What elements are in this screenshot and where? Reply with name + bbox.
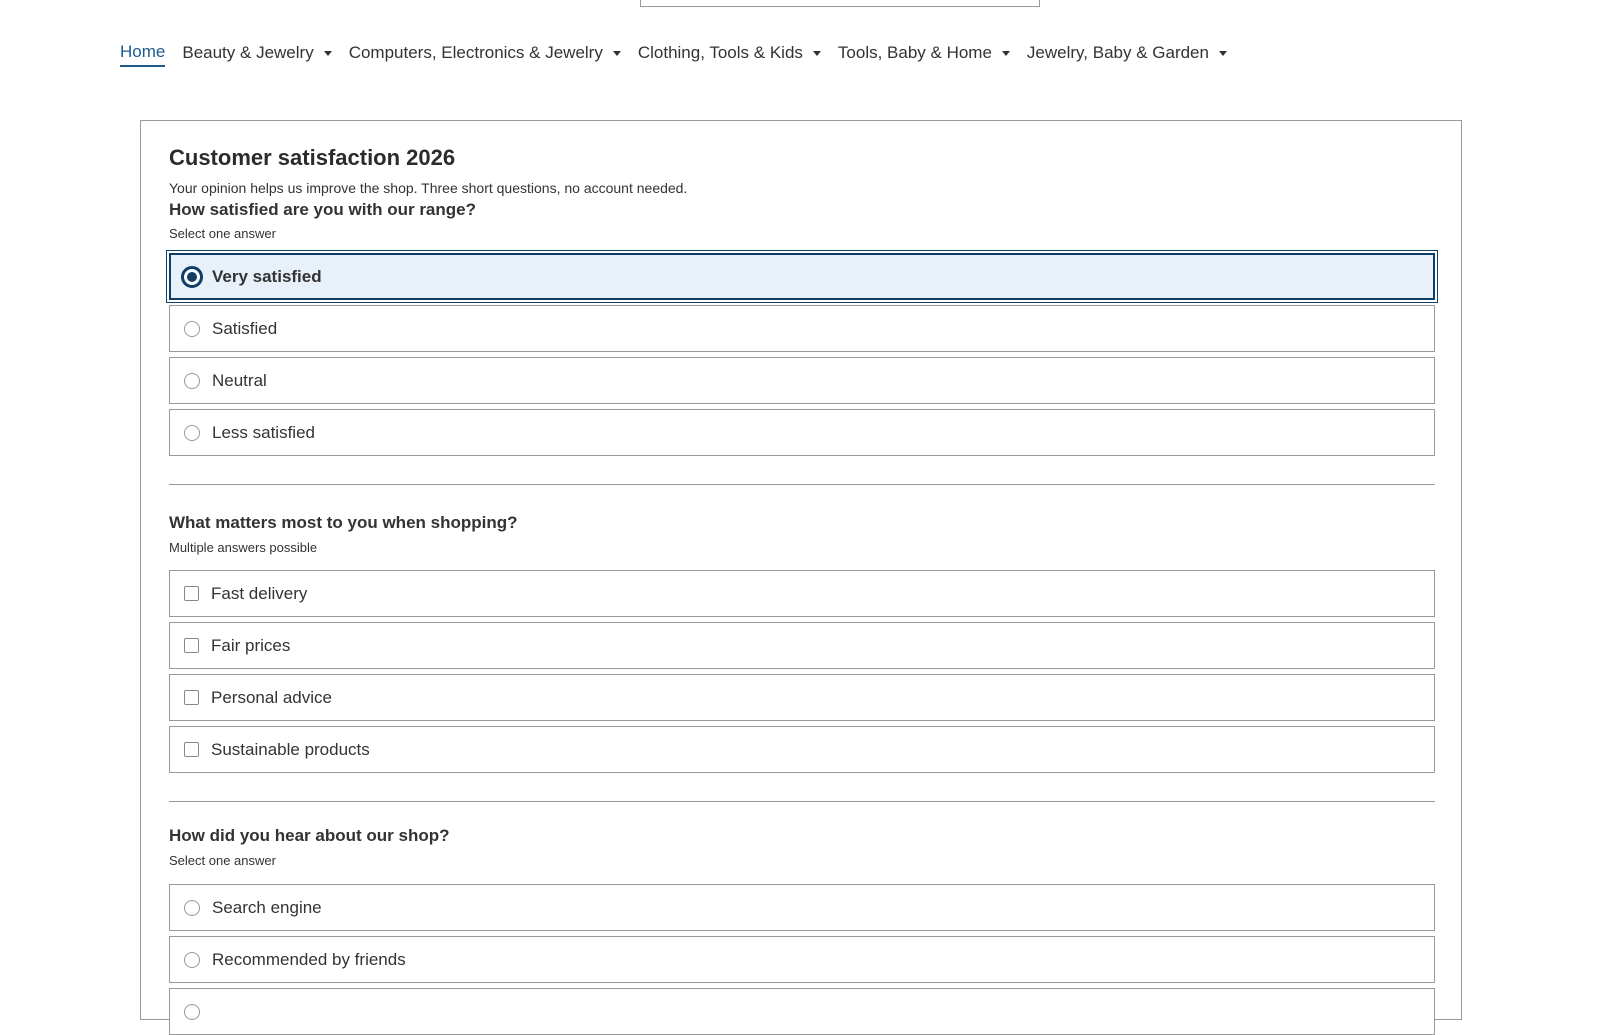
radio-checked-icon [181, 265, 203, 288]
caret-down-icon [1001, 50, 1010, 56]
option-recommended-by-friends[interactable]: Recommended by friends [169, 936, 1435, 983]
section-divider [169, 484, 1435, 485]
nav-item-label: Jewelry, Baby & Garden [1026, 43, 1209, 62]
option-label: Sustainable products [211, 739, 370, 759]
nav-item-label: Beauty & Jewelry [182, 43, 314, 62]
checkbox-icon [184, 690, 199, 705]
option-label: Fast delivery [211, 583, 308, 603]
option-neutral[interactable]: Neutral [169, 357, 1435, 404]
survey-intro: Your opinion helps us improve the shop. … [169, 180, 688, 196]
caret-down-icon [612, 50, 621, 56]
radio-icon [184, 372, 200, 389]
survey-title: Customer satisfaction 2026 [169, 145, 456, 170]
checkbox-icon [184, 742, 199, 757]
radio-icon [184, 320, 200, 337]
option-fast-delivery[interactable]: Fast delivery [169, 570, 1435, 617]
nav-item-label: Clothing, Tools & Kids [637, 43, 803, 62]
checkbox-icon [184, 638, 199, 653]
search-input[interactable] [640, 0, 1040, 7]
radio-icon [184, 1003, 200, 1020]
nav-item-computers-electronics-jewelry[interactable]: Computers, Electronics & Jewelry [349, 38, 621, 68]
radio-icon [184, 951, 200, 968]
option-sustainable-products[interactable]: Sustainable products [169, 726, 1435, 773]
question-hint: Select one answer [169, 226, 276, 241]
option-label: Fair prices [211, 635, 291, 655]
nav-item-label: Home [120, 42, 166, 61]
option-search-engine[interactable]: Search engine [169, 884, 1435, 931]
option-label: Personal advice [211, 687, 332, 707]
option-less-satisfied[interactable]: Less satisfied [169, 409, 1435, 456]
nav-item-tools-baby-home[interactable]: Tools, Baby & Home [838, 38, 1010, 68]
nav-item-label: Computers, Electronics & Jewelry [348, 43, 603, 62]
checkbox-icon [184, 586, 199, 601]
option-label: Very satisfied [212, 266, 322, 286]
question-hint: Multiple answers possible [169, 540, 318, 555]
nav-item-clothing-tools-kids[interactable]: Clothing, Tools & Kids [638, 38, 821, 68]
option-label: Less satisfied [212, 422, 315, 442]
nav-item-label: Tools, Baby & Home [837, 43, 992, 62]
question-title: How satisfied are you with our range? [169, 200, 476, 219]
option-label: Search engine [212, 897, 322, 917]
option-label: Neutral [212, 370, 267, 390]
survey-card: Customer satisfaction 2026 Your opinion … [140, 120, 1462, 1035]
option-personal-advice[interactable]: Personal advice [169, 674, 1435, 721]
question-title: What matters most to you when shopping? [169, 513, 518, 532]
nav-item-jewelry-baby-garden[interactable]: Jewelry, Baby & Garden [1027, 38, 1227, 68]
option-next[interactable] [169, 988, 1435, 1035]
radio-icon [184, 424, 200, 441]
option-label: Recommended by friends [212, 949, 406, 969]
caret-down-icon [323, 50, 332, 56]
option-very-satisfied[interactable]: Very satisfied [166, 250, 1438, 303]
section-divider [169, 801, 1435, 802]
main-nav: Home Beauty & Jewelry Computers, Electro… [120, 38, 1227, 68]
option-fair-prices[interactable]: Fair prices [169, 622, 1435, 669]
caret-down-icon [1218, 50, 1227, 56]
option-label: Satisfied [212, 318, 278, 338]
option-satisfied[interactable]: Satisfied [169, 305, 1435, 352]
question-title: How did you hear about our shop? [169, 826, 450, 845]
nav-item-home[interactable]: Home [120, 39, 166, 67]
radio-icon [184, 899, 200, 916]
question-hint: Select one answer [169, 853, 276, 868]
caret-down-icon [812, 50, 821, 56]
nav-item-beauty-jewelry[interactable]: Beauty & Jewelry [182, 38, 332, 68]
